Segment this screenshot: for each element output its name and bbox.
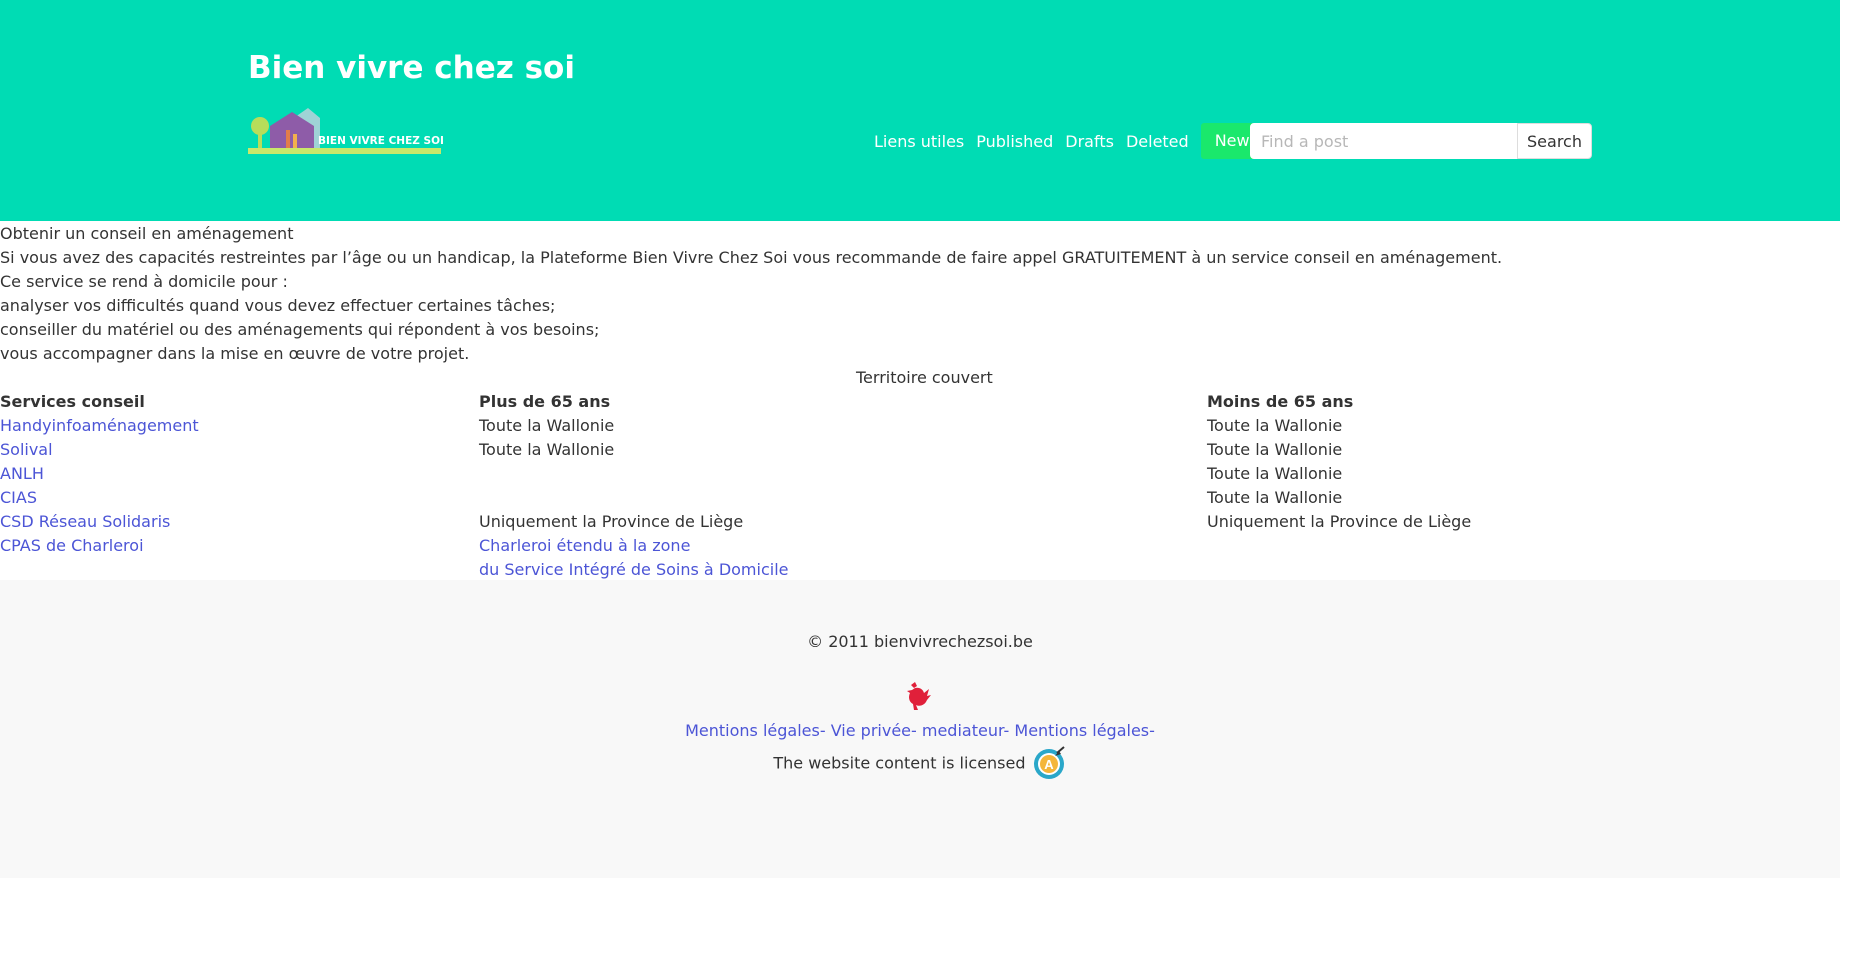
table-cell: Toute la Wallonie [1207,488,1343,507]
list-item: vous accompagner dans la mise en œuvre d… [0,344,470,363]
nav-deleted[interactable]: Deleted [1126,132,1189,151]
copyright: © 2011 bienvivrechezsoi.be [807,632,1033,651]
wallonia-rooster-icon[interactable] [905,681,933,711]
license-line: The website content is licensed A [0,745,1840,785]
service-link[interactable]: Solival [0,440,53,459]
table-cell: Uniquement la Province de Liège [1207,512,1472,531]
table-cell: Toute la Wallonie [1207,416,1343,435]
table-cell: Toute la Wallonie [479,440,615,459]
license-text: The website content is licensed [773,753,1026,773]
table-cell [479,462,789,486]
page-heading: Obtenir un conseil en aménagement [0,224,294,243]
column-header: Plus de 65 ans [479,392,611,411]
main-content: Obtenir un conseil en aménagement Si vou… [0,222,1840,579]
accessibility-badge-icon[interactable]: A [1033,745,1067,781]
table-cell: Toute la Wallonie [1207,464,1343,483]
service-link[interactable]: CPAS de Charleroi [0,536,144,555]
legal-links: Mentions légales- Vie privée- mediateur-… [0,721,1840,740]
service-link[interactable]: CIAS [0,488,37,507]
site-logo[interactable]: BIEN VIVRE CHEZ SOI [248,108,444,154]
intro-line: Ce service se rend à domicile pour : [0,272,288,291]
svg-text:A: A [1044,757,1054,772]
top-nav: Liens utiles Published Drafts Deleted Ne… [874,123,1264,159]
search-button[interactable]: Search [1517,123,1592,159]
footer-link-mentions-legales-2[interactable]: Mentions légales- [1014,721,1155,740]
under-65-column: Moins de 65 ans Toute la Wallonie Toute … [1207,390,1471,534]
services-column: Services conseil Handyinfoaménagement So… [0,390,199,558]
site-footer: © 2011 bienvivrechezsoi.be Mentions léga… [0,580,1840,878]
nav-published[interactable]: Published [976,132,1053,151]
footer-link-mediateur[interactable]: mediateur- [922,721,1009,740]
column-header: Moins de 65 ans [1207,392,1354,411]
table-cell [479,486,789,510]
intro-paragraph: Si vous avez des capacités restreintes p… [0,248,1503,267]
logo-text: BIEN VIVRE CHEZ SOI [318,135,444,147]
table-caption: Territoire couvert [856,368,993,387]
table-cell: Uniquement la Province de Liège [479,512,744,531]
service-link[interactable]: ANLH [0,464,44,483]
site-title[interactable]: Bien vivre chez soi [248,46,575,90]
service-link[interactable]: Handyinfoaménagement [0,416,199,435]
service-link[interactable]: CSD Réseau Solidaris [0,512,170,531]
site-header: Bien vivre chez soi BIEN VIVRE CHEZ SOI … [0,0,1840,221]
footer-link-mentions-legales[interactable]: Mentions légales- [685,721,826,740]
nav-liens-utiles[interactable]: Liens utiles [874,132,964,151]
column-header: Services conseil [0,392,145,411]
table-cell: Toute la Wallonie [479,416,615,435]
nav-drafts[interactable]: Drafts [1065,132,1114,151]
footer-link-vie-privee[interactable]: Vie privée- [831,721,917,740]
table-cell-link[interactable]: Charleroi étendu à la zone [479,536,690,555]
house-logo-icon [248,108,441,154]
table-cell-link[interactable]: du Service Intégré de Soins à Domicile [479,560,789,579]
list-item: analyser vos difficultés quand vous deve… [0,296,556,315]
over-65-column: Plus de 65 ans Toute la Wallonie Toute l… [479,390,789,582]
list-item: conseiller du matériel ou des aménagemen… [0,320,600,339]
table-cell: Toute la Wallonie [1207,440,1343,459]
